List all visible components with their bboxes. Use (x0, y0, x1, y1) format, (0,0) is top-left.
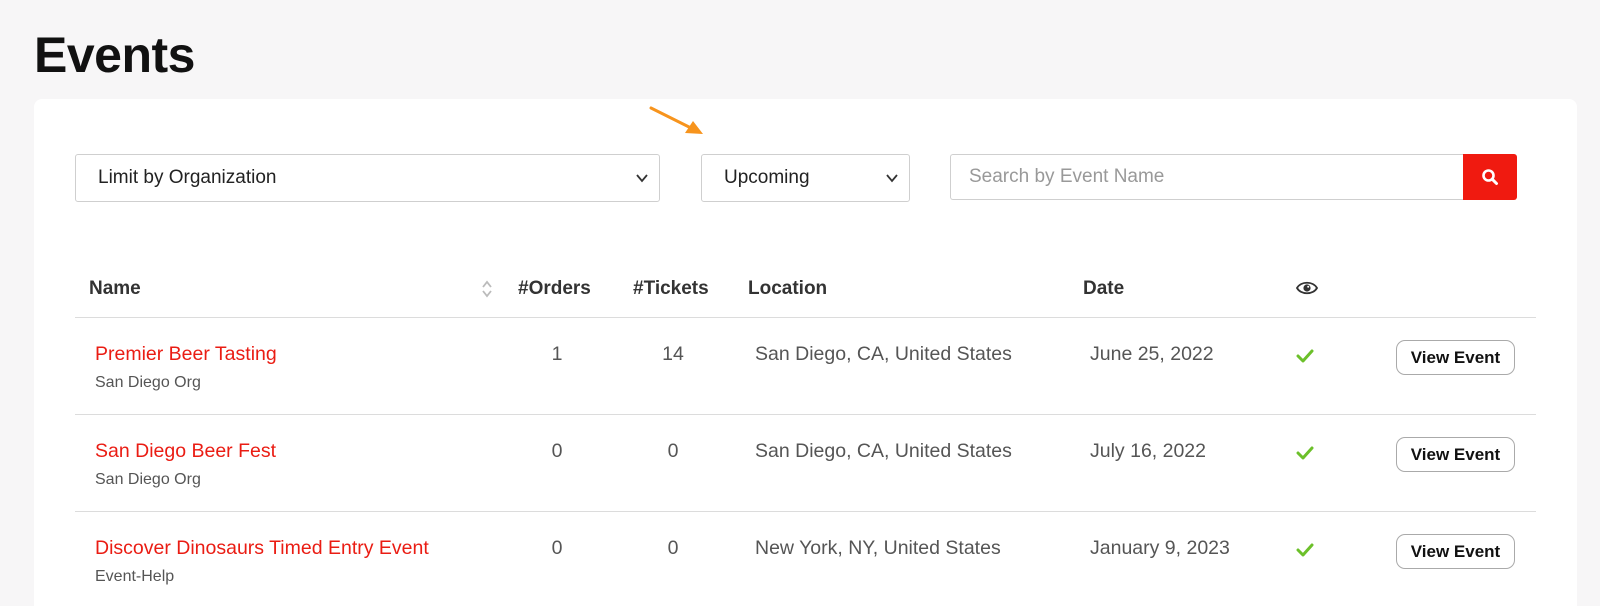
header-name[interactable]: Name (89, 278, 141, 300)
event-tickets: 14 (662, 343, 684, 365)
search-button[interactable] (1463, 154, 1517, 200)
event-orders: 0 (551, 537, 563, 559)
event-organization: San Diego Org (95, 374, 201, 391)
search-input[interactable] (950, 154, 1463, 200)
event-organization: Event-Help (95, 568, 175, 585)
event-date: July 16, 2022 (1090, 440, 1207, 462)
event-tickets: 0 (667, 440, 679, 462)
search-icon (1482, 169, 1498, 185)
arrow-icon (649, 106, 703, 134)
header-orders: #Orders (518, 278, 591, 299)
event-location: New York, NY, United States (755, 537, 1001, 559)
table-row: Premier Beer Tasting San Diego Org 1 14 … (0, 318, 1600, 415)
organization-select-value: Limit by Organization (98, 167, 277, 188)
event-name-link[interactable]: Discover Dinosaurs Timed Entry Event (95, 537, 429, 560)
chevron-down-icon (636, 174, 648, 183)
view-event-button[interactable]: View Event (1396, 437, 1515, 472)
table-row: Discover Dinosaurs Timed Entry Event Eve… (0, 512, 1600, 606)
event-location: San Diego, CA, United States (755, 343, 1012, 365)
header-tickets: #Tickets (633, 278, 709, 299)
event-date: June 25, 2022 (1090, 343, 1214, 365)
page-title: Events (34, 27, 195, 83)
event-orders: 0 (551, 440, 563, 462)
eye-icon (1296, 281, 1318, 295)
checkmark-icon (1296, 446, 1314, 460)
view-event-button[interactable]: View Event (1396, 534, 1515, 569)
view-event-button[interactable]: View Event (1396, 340, 1515, 375)
checkmark-icon (1296, 349, 1314, 363)
event-orders: 1 (551, 343, 563, 365)
event-organization: San Diego Org (95, 471, 201, 488)
event-name-link[interactable]: San Diego Beer Fest (95, 440, 276, 463)
search-bar (950, 154, 1517, 200)
status-select-value: Upcoming (724, 167, 810, 188)
header-date: Date (1083, 278, 1125, 299)
organization-select[interactable]: Limit by Organization (75, 154, 660, 202)
header-location: Location (748, 278, 828, 299)
status-select[interactable]: Upcoming (701, 154, 910, 202)
event-date: January 9, 2023 (1090, 537, 1230, 559)
checkmark-icon (1296, 543, 1314, 557)
event-name-link[interactable]: Premier Beer Tasting (95, 343, 277, 366)
sort-icon[interactable] (480, 279, 494, 299)
event-location: San Diego, CA, United States (755, 440, 1012, 462)
event-tickets: 0 (667, 537, 679, 559)
table-row: San Diego Beer Fest San Diego Org 0 0 Sa… (0, 415, 1600, 512)
chevron-down-icon (886, 174, 898, 183)
